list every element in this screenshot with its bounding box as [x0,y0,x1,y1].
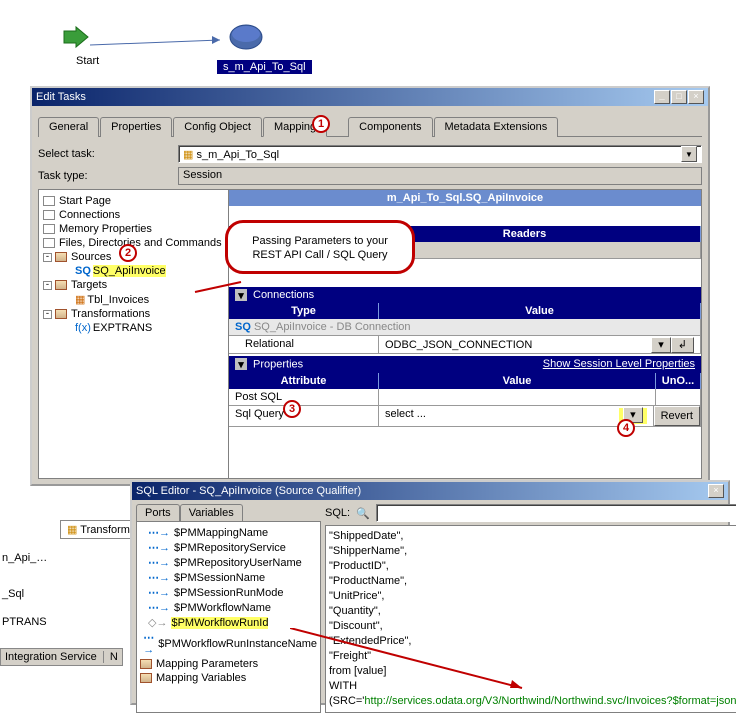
folder-icon [140,673,152,683]
close-button[interactable]: × [688,90,704,104]
annotation-marker-2: 2 [119,244,137,262]
session-node-label[interactable]: s_m_Api_To_Sql [217,60,312,74]
conn-value-cell[interactable]: ODBC_JSON_CONNECTION▾↲ [379,336,701,353]
select-task-combo[interactable]: ▦ s_m_Api_To_Sql ▼ [178,145,702,163]
tab-components[interactable]: Components [348,117,432,137]
col-uno: UnO... [656,373,701,389]
dialog-title: Edit Tasks [36,91,86,103]
properties-header: Properties [253,359,303,371]
page-icon [43,238,55,248]
start-node-icon[interactable] [62,25,90,52]
col-value: Value [379,373,656,389]
tab-general[interactable]: General [38,117,99,137]
collapse-icon[interactable]: - [43,310,52,319]
tree-sq-apiinvoice[interactable]: SQ_ApiInvoice [93,265,166,277]
session-properties-link[interactable]: Show Session Level Properties [543,358,695,370]
tab-config-object[interactable]: Config Object [173,117,262,137]
collapse-icon[interactable]: - [43,281,52,290]
table-icon: ▦ [75,293,85,306]
revert-button[interactable]: Revert [654,406,700,426]
annotation-marker-4: 4 [617,419,635,437]
folder-icon [140,659,152,669]
sql-label: SQL: [325,507,350,519]
page-icon [43,196,55,206]
col-value: Value [379,303,701,319]
sql-editor-title: SQL Editor - SQ_ApiInvoice (Source Quali… [136,485,361,497]
mapping-tree[interactable]: Start Page Connections Memory Properties… [39,190,229,478]
page-icon [43,210,55,220]
find-combo[interactable] [376,504,736,522]
select-task-label: Select task: [38,148,178,160]
tab-properties[interactable]: Properties [100,117,172,137]
dialog-titlebar: Edit Tasks _ □ × [32,88,708,106]
folder-icon [55,252,67,262]
browse-icon[interactable]: ↲ [671,337,694,353]
dropdown-icon[interactable]: ▾ [651,337,671,353]
connections-header: Connections [253,289,314,301]
chevron-down-icon[interactable]: ▼ [681,146,697,162]
find-icon[interactable]: 🔍 [354,504,372,522]
folder-icon [55,280,67,290]
tab-metadata-extensions[interactable]: Metadata Extensions [434,117,559,137]
annotation-marker-1: 1 [312,115,330,133]
sq-icon: SQ [75,265,91,277]
fx-icon: f(x) [75,322,91,334]
integration-service-tab[interactable]: Integration Service N [0,648,123,666]
callout-bubble: Passing Parameters to your REST API Call… [225,220,415,274]
collapse-icon[interactable]: ▾ [235,358,247,370]
var-pmworkflowrunid[interactable]: $PMWorkflowRunId [171,617,268,629]
edit-tasks-dialog: Edit Tasks _ □ × General Properties Conf… [30,86,710,486]
dialog-tabs: General Properties Config Object Mapping… [38,116,702,137]
session-node-icon[interactable] [228,22,264,55]
tab-variables[interactable]: Variables [180,504,243,521]
sqlquery-value-cell[interactable]: select ...▾ [379,406,654,426]
instance-title: m_Api_To_Sql.SQ_ApiInvoice [229,190,701,206]
page-icon [43,224,55,234]
collapse-icon[interactable]: - [43,253,52,262]
col-type: Type [229,303,379,319]
tab-ports[interactable]: Ports [136,504,180,521]
folder-icon [55,309,67,319]
task-type-value: Session [178,167,702,185]
conn-type: Relational [229,336,379,353]
annotation-marker-3: 3 [283,400,301,418]
close-button[interactable]: × [708,484,724,498]
maximize-button[interactable]: □ [671,90,687,104]
prop-postsql: Post SQL [229,389,379,405]
prop-sqlquery: Sql Query [229,406,379,426]
col-attribute: Attribute [229,373,379,389]
minimize-button[interactable]: _ [654,90,670,104]
task-type-label: Task type: [38,170,178,182]
start-node-label: Start [76,55,99,67]
